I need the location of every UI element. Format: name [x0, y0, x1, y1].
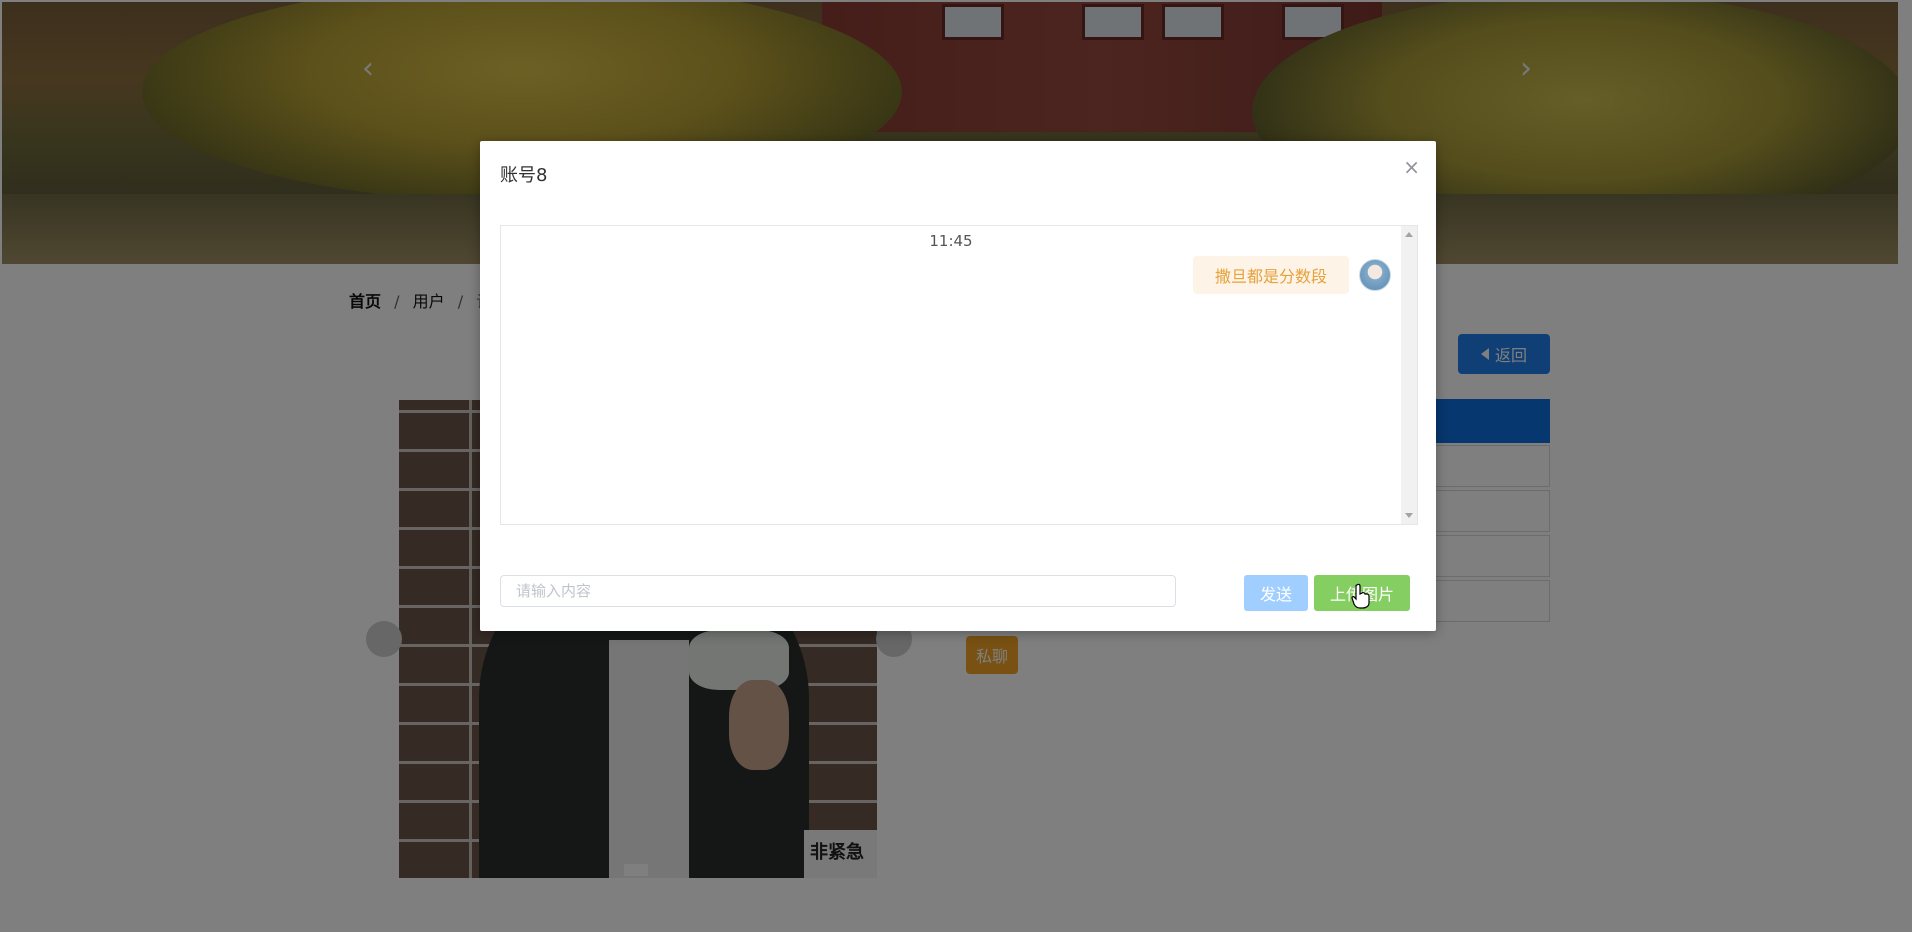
scroll-down-icon[interactable] [1405, 513, 1413, 518]
chat-dialog: 账号8 × 11:45 撒旦都是分数段 发送 上传图片 [480, 141, 1436, 631]
scroll-up-icon[interactable] [1405, 232, 1413, 237]
close-icon[interactable]: × [1403, 157, 1420, 177]
chat-messages[interactable]: 11:45 撒旦都是分数段 [500, 225, 1418, 525]
hand-cursor-icon [1351, 583, 1370, 609]
message-time: 11:45 [929, 232, 973, 250]
avatar [1359, 259, 1391, 291]
message-bubble: 撒旦都是分数段 [1192, 256, 1349, 294]
message-input[interactable] [500, 575, 1176, 607]
send-button[interactable]: 发送 [1244, 575, 1308, 611]
dialog-title: 账号8 [500, 165, 548, 186]
chat-scrollbar[interactable] [1401, 226, 1417, 524]
